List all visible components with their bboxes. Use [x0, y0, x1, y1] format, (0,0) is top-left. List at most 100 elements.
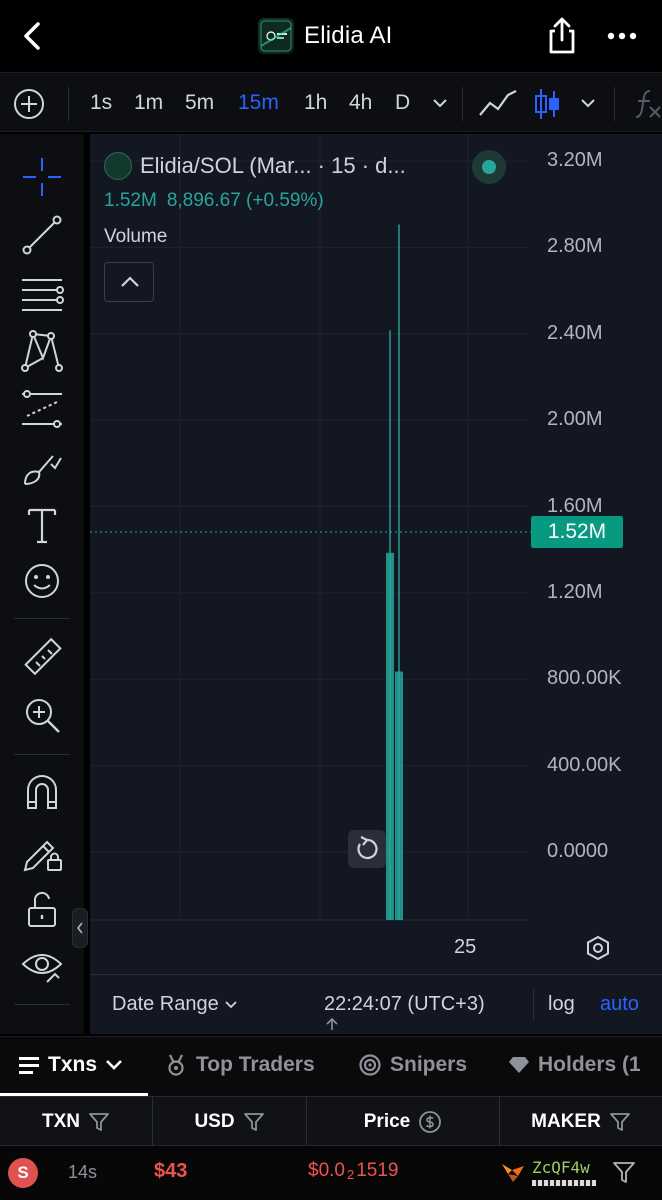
- indicators-fx-icon[interactable]: [632, 87, 662, 121]
- target-icon: [359, 1054, 381, 1076]
- study-label[interactable]: Volume: [104, 226, 167, 248]
- toolbar-divider: [462, 87, 463, 121]
- interval-4h[interactable]: 4h: [349, 89, 372, 117]
- top-nav: Elidia AI: [0, 0, 662, 72]
- chevron-down-icon[interactable]: [578, 95, 598, 111]
- add-symbol-icon[interactable]: [12, 87, 46, 121]
- tab-top-traders[interactable]: Top Traders: [164, 1053, 315, 1077]
- filter-icon[interactable]: [243, 1112, 265, 1132]
- volume-bar: [386, 552, 394, 920]
- text-tool-icon[interactable]: [19, 502, 65, 548]
- chevron-down-icon: [106, 1060, 122, 1070]
- lock-drawing-icon[interactable]: [19, 828, 65, 874]
- visibility-eye-icon[interactable]: [19, 942, 65, 988]
- toolbar-divider: [614, 87, 615, 121]
- column-header-usd[interactable]: USD: [153, 1097, 306, 1147]
- interval-15m[interactable]: 15m: [238, 89, 279, 117]
- candlestick-icon[interactable]: [532, 85, 562, 123]
- more-options-icon[interactable]: [602, 18, 642, 54]
- tab-holders[interactable]: Holders (1: [508, 1053, 641, 1077]
- zoom-in-icon[interactable]: [19, 692, 65, 738]
- chevron-left-icon: [76, 922, 83, 934]
- price-zero-count: 2: [346, 1167, 355, 1182]
- page-title: Elidia AI: [304, 22, 393, 49]
- y-axis-tick: 2.80M: [547, 235, 603, 258]
- tab-label: Txns: [48, 1053, 98, 1076]
- forecast-icon[interactable]: [19, 386, 65, 432]
- unlock-icon[interactable]: [19, 886, 65, 932]
- table-header: TXN USD Price MAKER: [0, 1096, 662, 1147]
- current-value-tag: 1.52M: [531, 516, 623, 548]
- date-range-button[interactable]: Date Range: [112, 993, 238, 1016]
- ruler-icon[interactable]: [19, 634, 65, 680]
- magnet-icon[interactable]: [19, 770, 65, 816]
- drawing-toolbar: [0, 134, 84, 1034]
- log-scale-toggle[interactable]: log: [548, 993, 575, 1016]
- fib-retracement-icon[interactable]: [19, 270, 65, 316]
- sell-badge: S: [8, 1158, 38, 1188]
- line-chart-icon[interactable]: [478, 87, 518, 121]
- emoji-icon[interactable]: [19, 558, 65, 604]
- table-row[interactable]: S 14s $43 $0.0 2 1519 ZcQF4w: [0, 1146, 662, 1200]
- maker-address[interactable]: ZcQF4w: [532, 1158, 590, 1177]
- filter-icon[interactable]: [609, 1112, 631, 1132]
- column-label: Price: [363, 1111, 411, 1132]
- y-axis-tick: 2.00M: [547, 408, 603, 431]
- date-range-label: Date Range: [112, 993, 219, 1015]
- tab-label: Top Traders: [196, 1053, 315, 1076]
- interval-1h[interactable]: 1h: [304, 89, 327, 117]
- interval-1s[interactable]: 1s: [90, 89, 112, 117]
- interval-toolbar: 1s 1m 5m 15m 1h 4h D: [0, 72, 662, 132]
- chart-bottom-bar: Date Range 22:24:07 (UTC+3) log auto: [90, 974, 662, 1034]
- filter-icon[interactable]: [88, 1112, 110, 1132]
- column-header-maker[interactable]: MAKER: [500, 1097, 662, 1147]
- brush-icon[interactable]: [19, 444, 65, 490]
- column-header-price[interactable]: Price: [307, 1097, 499, 1147]
- y-axis-tick: 0.0000: [547, 840, 609, 862]
- list-icon: [19, 1057, 39, 1074]
- reset-icon: [357, 836, 378, 860]
- pattern-icon[interactable]: [19, 328, 65, 374]
- toolbar-divider: [14, 1004, 70, 1005]
- interval-d[interactable]: D: [395, 89, 410, 117]
- y-axis-tick: 1.20M: [547, 580, 603, 603]
- tab-txns[interactable]: Txns: [18, 1053, 123, 1077]
- phantom-wallet-icon: [502, 1164, 524, 1182]
- reset-chart-button[interactable]: [348, 830, 386, 868]
- toolbar-divider: [533, 989, 534, 1021]
- toolbar-divider: [14, 754, 70, 755]
- trend-line-icon[interactable]: [19, 212, 65, 258]
- column-header-txn[interactable]: TXN: [0, 1097, 152, 1147]
- tab-snipers[interactable]: Snipers: [358, 1053, 467, 1077]
- market-status-icon[interactable]: [472, 150, 506, 184]
- txn-usd: $43: [154, 1160, 188, 1182]
- txn-price: $0.0 2 1519: [308, 1160, 399, 1182]
- crosshair-icon[interactable]: [19, 154, 65, 200]
- filter-icon[interactable]: [612, 1160, 636, 1186]
- currency-toggle-icon[interactable]: [418, 1110, 442, 1134]
- ohlc-values: 1.52M 8,896.67 (+0.59%): [104, 190, 334, 212]
- collapse-toolbar-button[interactable]: [72, 908, 88, 948]
- token-logo-icon: [104, 152, 132, 180]
- interval-1m[interactable]: 1m: [134, 89, 163, 117]
- txn-age: 14s: [68, 1162, 98, 1182]
- auto-scale-toggle[interactable]: auto: [600, 993, 639, 1016]
- volume-value: 1.52M: [104, 190, 157, 211]
- symbol-label[interactable]: Elidia/SOL (Mar... · 15 · d...: [140, 153, 406, 179]
- y-axis-tick: 400.00K: [547, 753, 622, 776]
- chevron-down-icon[interactable]: [430, 95, 450, 111]
- column-label: MAKER: [531, 1111, 601, 1132]
- clock-label[interactable]: 22:24:07 (UTC+3): [324, 993, 485, 1016]
- maker-activity-bar: [532, 1180, 596, 1186]
- back-arrow-icon[interactable]: [14, 18, 50, 54]
- interval-5m[interactable]: 5m: [185, 89, 214, 117]
- chart-pane[interactable]: Elidia/SOL (Mar... · 15 · d... 1.52M 8,89…: [90, 134, 662, 974]
- chart-settings-icon[interactable]: [584, 934, 612, 962]
- collapse-legend-button[interactable]: [104, 262, 154, 302]
- y-axis-tick: 3.20M: [547, 149, 603, 171]
- toolbar-divider: [68, 87, 69, 121]
- y-axis-tick: 2.40M: [547, 321, 603, 344]
- share-icon[interactable]: [542, 16, 582, 56]
- diamond-icon: [509, 1057, 529, 1073]
- chart-legend: Elidia/SOL (Mar... · 15 · d...: [104, 152, 406, 180]
